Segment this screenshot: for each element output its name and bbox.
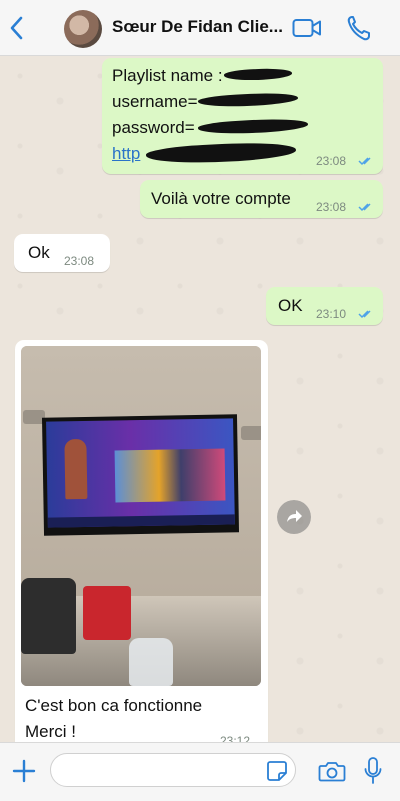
message-text: Ok <box>28 243 50 262</box>
message-bubble-incoming[interactable]: Ok 23:08 <box>14 234 110 272</box>
camera-icon[interactable] <box>318 759 346 783</box>
message-bubble-outgoing[interactable]: Voilà votre compte 23:08 <box>140 180 383 218</box>
message-bubble-photo-incoming[interactable]: C'est bon ca fonctionne Merci ! 23:12 <box>15 340 268 760</box>
photo-caption-line: Merci ! <box>25 722 76 741</box>
forward-icon[interactable] <box>277 500 311 534</box>
contact-name[interactable]: Sœur De Fidan Clie... <box>112 17 287 37</box>
message-line: Playlist name : <box>112 66 223 85</box>
photo-wall-lamp <box>241 426 261 440</box>
plus-icon[interactable] <box>10 757 38 785</box>
message-time: 23:10 <box>316 307 347 321</box>
composer-bar <box>0 742 400 801</box>
phone-icon[interactable] <box>346 14 372 42</box>
chat-header: Sœur De Fidan Clie... <box>0 0 400 56</box>
message-input[interactable] <box>50 753 296 787</box>
redaction-mark <box>197 117 309 136</box>
photo-tv-screen <box>46 418 235 528</box>
contact-avatar[interactable] <box>64 10 102 48</box>
video-call-icon[interactable] <box>292 17 322 39</box>
microphone-icon[interactable] <box>363 756 383 786</box>
redaction-mark <box>145 140 297 166</box>
photo-car-seat <box>21 578 76 654</box>
message-text: OK <box>278 296 303 315</box>
message-text: Voilà votre compte <box>151 189 291 208</box>
redaction-mark <box>223 67 293 82</box>
photo-tv-scene <box>114 448 226 503</box>
message-time: 23:08 <box>316 200 347 214</box>
message-link[interactable]: http <box>112 144 140 163</box>
photo-tv-figure <box>64 438 88 500</box>
message-time: 23:08 <box>64 254 95 268</box>
message-bubble-outgoing[interactable]: OK 23:10 <box>266 287 383 325</box>
photo-tv <box>41 414 240 536</box>
read-receipt-icon <box>358 203 371 212</box>
read-receipt-icon <box>358 310 371 319</box>
photo-water-bottle <box>129 638 173 686</box>
message-line: password= <box>112 118 195 137</box>
redaction-mark <box>197 91 299 109</box>
photo-toy-cart <box>83 586 131 640</box>
photo-tv-ticker <box>47 514 235 528</box>
message-photo[interactable] <box>21 346 261 686</box>
photo-caption-line: C'est bon ca fonctionne <box>25 696 203 715</box>
back-chevron-icon[interactable] <box>6 14 28 42</box>
sticker-icon[interactable] <box>266 760 288 782</box>
message-time: 23:08 <box>316 154 347 168</box>
read-receipt-icon <box>358 157 371 166</box>
message-bubble-outgoing[interactable]: Playlist name : username= password= http… <box>102 58 383 174</box>
message-line: username= <box>112 92 198 111</box>
